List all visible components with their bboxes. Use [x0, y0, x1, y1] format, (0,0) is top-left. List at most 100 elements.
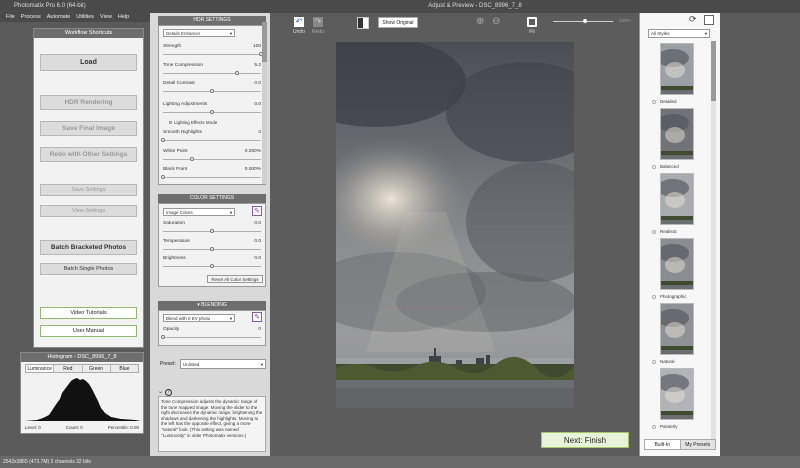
- styles-scrollbar-thumb[interactable]: [711, 41, 716, 101]
- preset-dropdown[interactable]: Unlisted ▼: [180, 359, 266, 369]
- save-settings-button[interactable]: Save Settings: [40, 184, 137, 196]
- slider-track[interactable]: [163, 89, 261, 93]
- style-radio[interactable]: [652, 230, 656, 234]
- tab-my-presets[interactable]: My Presets: [679, 440, 715, 449]
- slider-thumb[interactable]: [210, 109, 214, 114]
- style-radio[interactable]: [652, 100, 656, 104]
- video-tutorials-button[interactable]: Video Tutorials: [40, 307, 137, 319]
- style-thumbnail[interactable]: [660, 173, 694, 225]
- workflow-shortcuts-panel: Workflow Shortcuts Load HDR Rendering Sa…: [33, 28, 144, 348]
- lighting-effects-mode-checkbox[interactable]: Lighting Effects Mode: [169, 120, 217, 125]
- slider-track[interactable]: [163, 229, 261, 233]
- save-final-image-button[interactable]: Save Final Image: [40, 121, 137, 136]
- slider-track[interactable]: [163, 52, 263, 56]
- undo-button[interactable]: ↶ Undo: [292, 17, 306, 35]
- tab-green[interactable]: Green: [82, 365, 111, 372]
- histogram-tabs: Luminance Red Green Blue: [25, 364, 139, 373]
- style-label: Detailed: [660, 99, 677, 104]
- slider-value: 100: [252, 44, 261, 49]
- compare-icon[interactable]: [357, 17, 369, 29]
- slider-track[interactable]: [163, 156, 261, 161]
- zoom-level: 100%: [619, 18, 631, 23]
- menu-utilities[interactable]: Utilities: [76, 13, 94, 22]
- style-radio[interactable]: [652, 295, 656, 299]
- slider-thumb[interactable]: [161, 138, 165, 142]
- tab-built-in[interactable]: Built-In: [645, 440, 680, 449]
- slider-thumb[interactable]: [161, 335, 165, 339]
- redo-icon: ↷: [313, 17, 323, 27]
- style-thumbnail[interactable]: [660, 303, 694, 355]
- slider-track[interactable]: [161, 175, 261, 179]
- menu-automate[interactable]: Automate: [47, 13, 71, 22]
- redo-button[interactable]: ↷ Redo: [311, 17, 325, 35]
- zoom-in-icon[interactable]: ⊕: [476, 16, 484, 27]
- hdr-settings-title: HDR SETTINGS: [158, 16, 266, 25]
- style-preview-image: [661, 44, 693, 94]
- histogram-count: Count: 0: [65, 425, 83, 430]
- menu-process[interactable]: Process: [21, 13, 41, 22]
- slider-thumb[interactable]: [210, 229, 214, 233]
- help-icon: ?: [164, 389, 172, 396]
- style-thumbnail[interactable]: [660, 368, 694, 420]
- fit-button[interactable]: Fit: [525, 17, 539, 35]
- pen-icon[interactable]: ✎: [252, 312, 262, 322]
- style-thumbnail[interactable]: [660, 43, 694, 95]
- slider-track[interactable]: [161, 138, 261, 142]
- menu-file[interactable]: File: [6, 13, 15, 22]
- menu-view[interactable]: View: [100, 13, 112, 22]
- load-button[interactable]: Load: [40, 54, 137, 71]
- style-thumbnail[interactable]: [660, 238, 694, 290]
- style-thumbnail[interactable]: [660, 108, 694, 160]
- view-settings-button[interactable]: View Settings: [40, 205, 137, 217]
- slider-thumb[interactable]: [210, 89, 214, 93]
- slider-thumb[interactable]: [210, 264, 214, 268]
- settings-icon[interactable]: ⟳: [689, 14, 697, 25]
- lighting-effects-mode-label: Lighting Effects Mode: [174, 120, 218, 125]
- preview-image[interactable]: [336, 42, 574, 408]
- zoom-slider[interactable]: [553, 19, 613, 23]
- slider-thumb[interactable]: [210, 246, 214, 251]
- style-preview-image: [661, 304, 693, 354]
- hdr-method-dropdown[interactable]: Details Enhancer ▼: [163, 29, 235, 37]
- hdr-rendering-button[interactable]: HDR Rendering: [40, 95, 137, 110]
- color-method-dropdown[interactable]: Image Colors ▼: [163, 208, 235, 216]
- blend-method-dropdown[interactable]: Blend with 0 EV photo ▼: [163, 314, 235, 322]
- slider-label: Smooth Highlights: [163, 130, 202, 135]
- zoom-out-icon[interactable]: ⊖: [492, 16, 500, 27]
- tab-luminance[interactable]: Luminance: [26, 365, 55, 372]
- style-filter-dropdown[interactable]: All Styles ▼: [648, 29, 710, 38]
- settings-scrollbar-thumb[interactable]: [262, 22, 267, 62]
- slider-track[interactable]: [163, 246, 261, 251]
- style-label: Natural: [660, 359, 675, 364]
- slider-value: 0.0: [254, 221, 261, 226]
- slider-track[interactable]: [161, 335, 261, 339]
- style-radio[interactable]: [652, 360, 656, 364]
- styles-scrollbar[interactable]: [711, 41, 716, 441]
- slider-thumb[interactable]: [235, 70, 240, 75]
- style-radio[interactable]: [652, 165, 656, 169]
- chevron-down-icon: ▼: [229, 316, 233, 321]
- redo-other-settings-button[interactable]: Redo with Other Settings: [40, 147, 137, 162]
- tab-red[interactable]: Red: [54, 365, 83, 372]
- slider-thumb[interactable]: [190, 156, 195, 161]
- menu-help[interactable]: Help: [118, 13, 129, 22]
- batch-bracketed-button[interactable]: Batch Bracketed Photos: [40, 240, 137, 255]
- style-radio[interactable]: [652, 425, 656, 429]
- batch-single-button[interactable]: Batch Single Photos: [40, 263, 137, 275]
- pen-icon[interactable]: ✎: [252, 206, 262, 216]
- show-original-button[interactable]: Show Original: [378, 17, 418, 28]
- zoom-slider-thumb[interactable]: [583, 19, 587, 23]
- slider-label: Saturation: [163, 221, 185, 226]
- slider-track[interactable]: [163, 264, 261, 268]
- next-finish-button[interactable]: Next: Finish: [541, 432, 629, 448]
- help-toggle[interactable]: ⌄ ?: [158, 388, 172, 396]
- style-preview-image: [661, 174, 693, 224]
- grid-view-icon[interactable]: [704, 15, 714, 25]
- slider-track[interactable]: [163, 109, 261, 114]
- redo-label: Redo: [312, 29, 324, 35]
- user-manual-button[interactable]: User Manual: [40, 325, 137, 337]
- tab-blue[interactable]: Blue: [110, 365, 138, 372]
- reset-color-button[interactable]: Reset All Color Settings: [207, 275, 263, 283]
- slider-track[interactable]: [163, 70, 261, 75]
- slider-thumb[interactable]: [161, 175, 165, 179]
